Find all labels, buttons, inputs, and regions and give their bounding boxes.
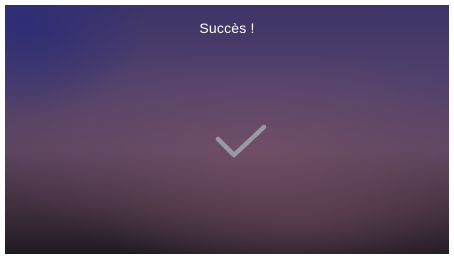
success-title: Succès !: [199, 20, 255, 36]
success-screen: Succès !: [5, 5, 449, 254]
checkmark-icon: [215, 124, 267, 158]
